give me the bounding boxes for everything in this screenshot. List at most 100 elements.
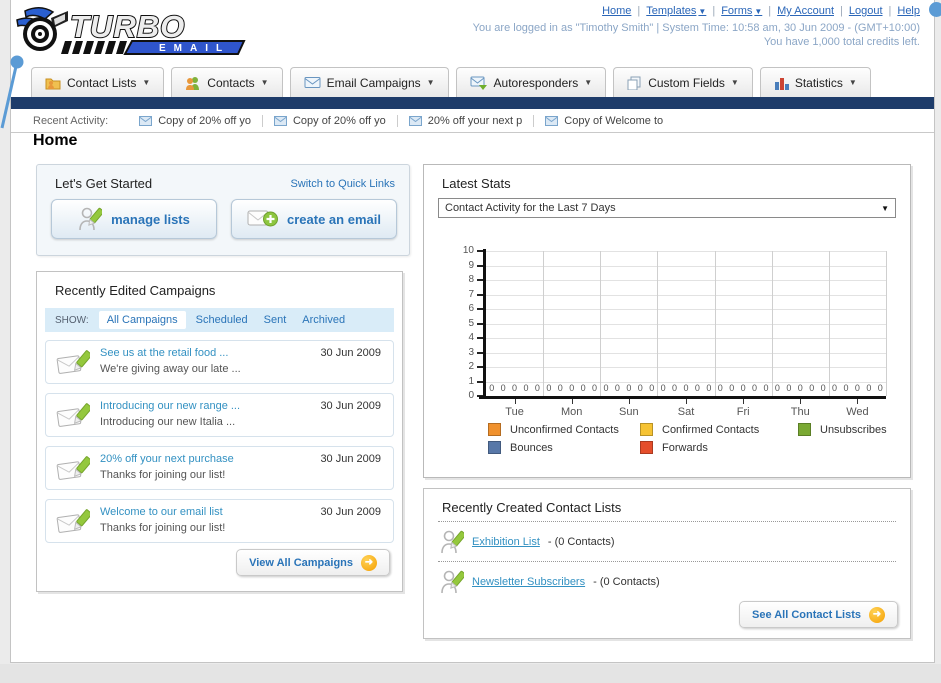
chart-value-label: 0 [774, 383, 780, 393]
chart-y-tick-label: 0 [468, 390, 474, 401]
chart-value-label: 0 [706, 383, 712, 393]
tab-custom-fields[interactable]: Custom Fields ▼ [613, 67, 753, 97]
campaign-title[interactable]: See us at the retail food ... [100, 347, 228, 359]
chart-gridline [886, 251, 887, 396]
chart-value-label: 0 [866, 383, 872, 393]
chart-x-tick [514, 399, 516, 404]
contact-list-link[interactable]: Exhibition List [472, 536, 540, 548]
chart-x-tick-label: Sun [619, 406, 639, 418]
chart-x-tick [743, 399, 745, 404]
nav-link-templates[interactable]: Templates ▼ [646, 5, 706, 17]
tab-email-campaigns[interactable]: Email Campaigns ▼ [289, 67, 449, 97]
nav-link-home[interactable]: Home [602, 5, 631, 17]
recent-activity-item[interactable]: Copy of 20% off yo [128, 115, 262, 127]
chart-y-tick-label: 3 [468, 346, 474, 358]
filter-sent[interactable]: Sent [264, 314, 287, 326]
campaign-title[interactable]: 20% off your next purchase [100, 453, 234, 465]
chart-gridline [486, 367, 886, 368]
chevron-down-icon: ▼ [584, 78, 593, 87]
chart-value-label: 0 [683, 383, 689, 393]
chevron-down-icon: ▼ [142, 78, 151, 87]
tab-statistics[interactable]: Statistics ▼ [759, 67, 871, 97]
chart-gridline [543, 251, 545, 396]
nav-link-help[interactable]: Help [897, 5, 920, 17]
chart-value-label: 0 [626, 383, 632, 393]
envelope-pencil-icon [56, 456, 90, 480]
legend-label: Forwards [662, 441, 708, 454]
campaign-subtitle: Thanks for joining our list! [100, 469, 226, 481]
switch-to-quick-links[interactable]: Switch to Quick Links [290, 178, 395, 190]
chart-gridline [486, 265, 886, 267]
latest-stats-title: Latest Stats [442, 176, 511, 191]
person-pencil-icon [441, 530, 464, 554]
view-all-campaigns-button[interactable]: View All Campaigns ➜ [236, 549, 390, 576]
filter-all-campaigns[interactable]: All Campaigns [98, 311, 186, 329]
recent-activity-item[interactable]: Copy of Welcome to [533, 114, 674, 127]
callout-dot [929, 2, 941, 17]
activity-item-label: Copy of 20% off yo [292, 114, 386, 127]
chart-value-label: 0 [489, 383, 495, 393]
chart-value-label: 0 [740, 383, 746, 393]
chart-value-label: 0 [500, 383, 506, 393]
divider: | [888, 5, 892, 17]
chart-value-label: 0 [752, 383, 758, 393]
legend-item: Confirmed Contacts [640, 423, 798, 436]
legend-label: Confirmed Contacts [662, 423, 760, 436]
custom-fields-icon [627, 76, 641, 90]
chart-value-label: 0 [580, 383, 586, 393]
campaign-row[interactable]: See us at the retail food ... We're givi… [45, 340, 394, 384]
campaign-date: 30 Jun 2009 [320, 347, 381, 359]
filter-scheduled[interactable]: Scheduled [196, 314, 248, 326]
chevron-down-icon: ▼ [881, 203, 889, 213]
campaign-date: 30 Jun 2009 [320, 453, 381, 465]
campaign-subtitle: Thanks for joining our list! [100, 522, 226, 534]
recent-activity-item[interactable]: Copy of 20% off yo [261, 114, 397, 127]
campaign-title[interactable]: Welcome to our email list [100, 506, 223, 518]
chart-gridline [486, 309, 886, 310]
chart-value-label: 0 [763, 383, 769, 393]
filter-archived[interactable]: Archived [302, 314, 345, 326]
stats-period-select[interactable]: Contact Activity for the Last 7 Days ▼ [438, 198, 896, 218]
nav-link-my-account[interactable]: My Account [777, 5, 834, 17]
campaign-row[interactable]: Introducing our new range ... Introducin… [45, 393, 394, 437]
activity-item-label: Copy of 20% off yo [158, 114, 251, 127]
tab-contact-lists[interactable]: Contact Lists ▼ [31, 67, 165, 97]
see-all-contact-lists-button[interactable]: See All Contact Lists ➜ [738, 601, 898, 628]
manage-lists-button[interactable]: manage lists [51, 199, 217, 239]
navy-divider-bar [11, 97, 934, 109]
recent-activity-item[interactable]: 20% off your next p [396, 114, 534, 127]
chart-x-tick-label: Wed [846, 406, 869, 418]
nav-link-forms[interactable]: Forms ▼ [721, 5, 762, 17]
envelope-icon [304, 77, 321, 88]
tab-label: Email Campaigns [326, 75, 421, 90]
chart-x-tick-label: Fri [736, 406, 750, 418]
chart-value-label: 0 [557, 383, 563, 393]
campaign-row[interactable]: Welcome to our email list Thanks for joi… [45, 499, 394, 543]
chart-value-label: 0 [694, 383, 700, 393]
chart-legend: Unconfirmed Contacts Confirmed Contacts Un… [488, 423, 887, 454]
envelope-icon [408, 115, 422, 126]
nav-link-logout[interactable]: Logout [849, 5, 883, 17]
envelope-pencil-icon [56, 403, 90, 427]
person-pencil-icon [441, 570, 464, 594]
recently-edited-campaigns-panel: Recently Edited Campaigns SHOW: All Camp… [36, 271, 403, 592]
chart-value-label: 0 [877, 383, 883, 393]
chart-x-tick [800, 399, 802, 404]
campaign-row[interactable]: 20% off your next purchase Thanks for jo… [45, 446, 394, 490]
create-an-email-button[interactable]: create an email [231, 199, 397, 239]
chart-gridline [828, 251, 830, 396]
person-pencil-icon [79, 207, 103, 231]
tab-autoresponders[interactable]: Autoresponders ▼ [455, 67, 607, 97]
chart-value-label: 0 [592, 383, 598, 393]
envelope-icon [273, 115, 287, 126]
see-all-contact-lists-label: See All Contact Lists [751, 608, 861, 621]
arrow-right-icon: ➜ [361, 554, 377, 571]
contact-list-link[interactable]: Newsletter Subscribers [472, 576, 585, 588]
campaign-title[interactable]: Introducing our new range ... [100, 400, 240, 412]
tab-contacts[interactable]: Contacts ▼ [171, 67, 283, 97]
tab-label: Autoresponders [493, 75, 579, 90]
top-nav-links: Home | Templates ▼ | Forms ▼ | My Account | Logout… [602, 5, 920, 17]
chart-value-label: 0 [614, 383, 620, 393]
legend-label: Bounces [510, 441, 553, 454]
chart-gridline [486, 352, 886, 354]
